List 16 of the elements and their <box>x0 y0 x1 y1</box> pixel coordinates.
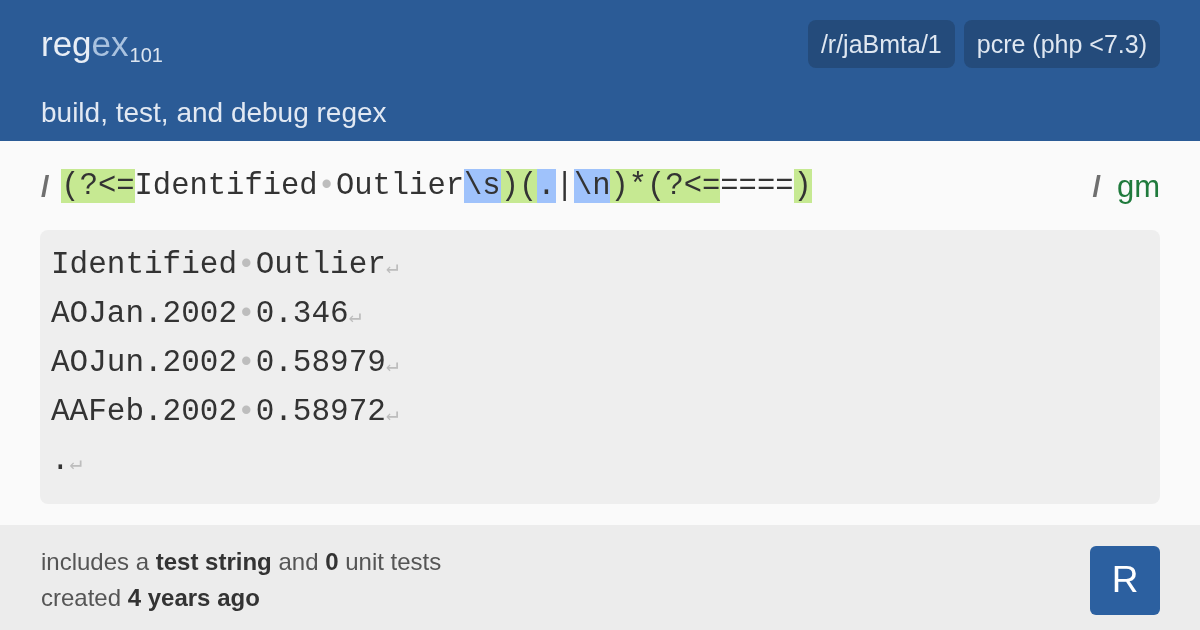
regex-delimiter: / <box>41 169 50 205</box>
test-string-line: AAFeb.2002•0.58972↵ <box>51 393 399 431</box>
info-text: created 4 years ago <box>41 583 260 613</box>
header-tag: pcre (php <7.3) <box>963 20 1160 68</box>
regex-flags: gm <box>1116 168 1160 206</box>
test-string-line: AOJan.2002•0.346↵ <box>51 295 362 333</box>
site-logo: regex$_{101}$ <box>41 23 163 68</box>
regex-pattern: (?<=Identified•Outlier\s)(.|\n)*(?<=====) <box>61 168 812 205</box>
info-text: includes a test string and 0 unit tests <box>41 547 442 577</box>
regex-delimiter: / <box>1092 169 1101 205</box>
test-string-line: Identified•Outlier↵ <box>51 246 399 284</box>
test-string-line: AOJun.2002•0.58979↵ <box>51 344 399 382</box>
header-tag: /r/jaBmta/1 <box>807 20 955 68</box>
letter-logo: R <box>1090 545 1160 615</box>
tagline: build, test, and debug regex <box>41 96 387 130</box>
test-string-line: .↵ <box>51 442 83 480</box>
